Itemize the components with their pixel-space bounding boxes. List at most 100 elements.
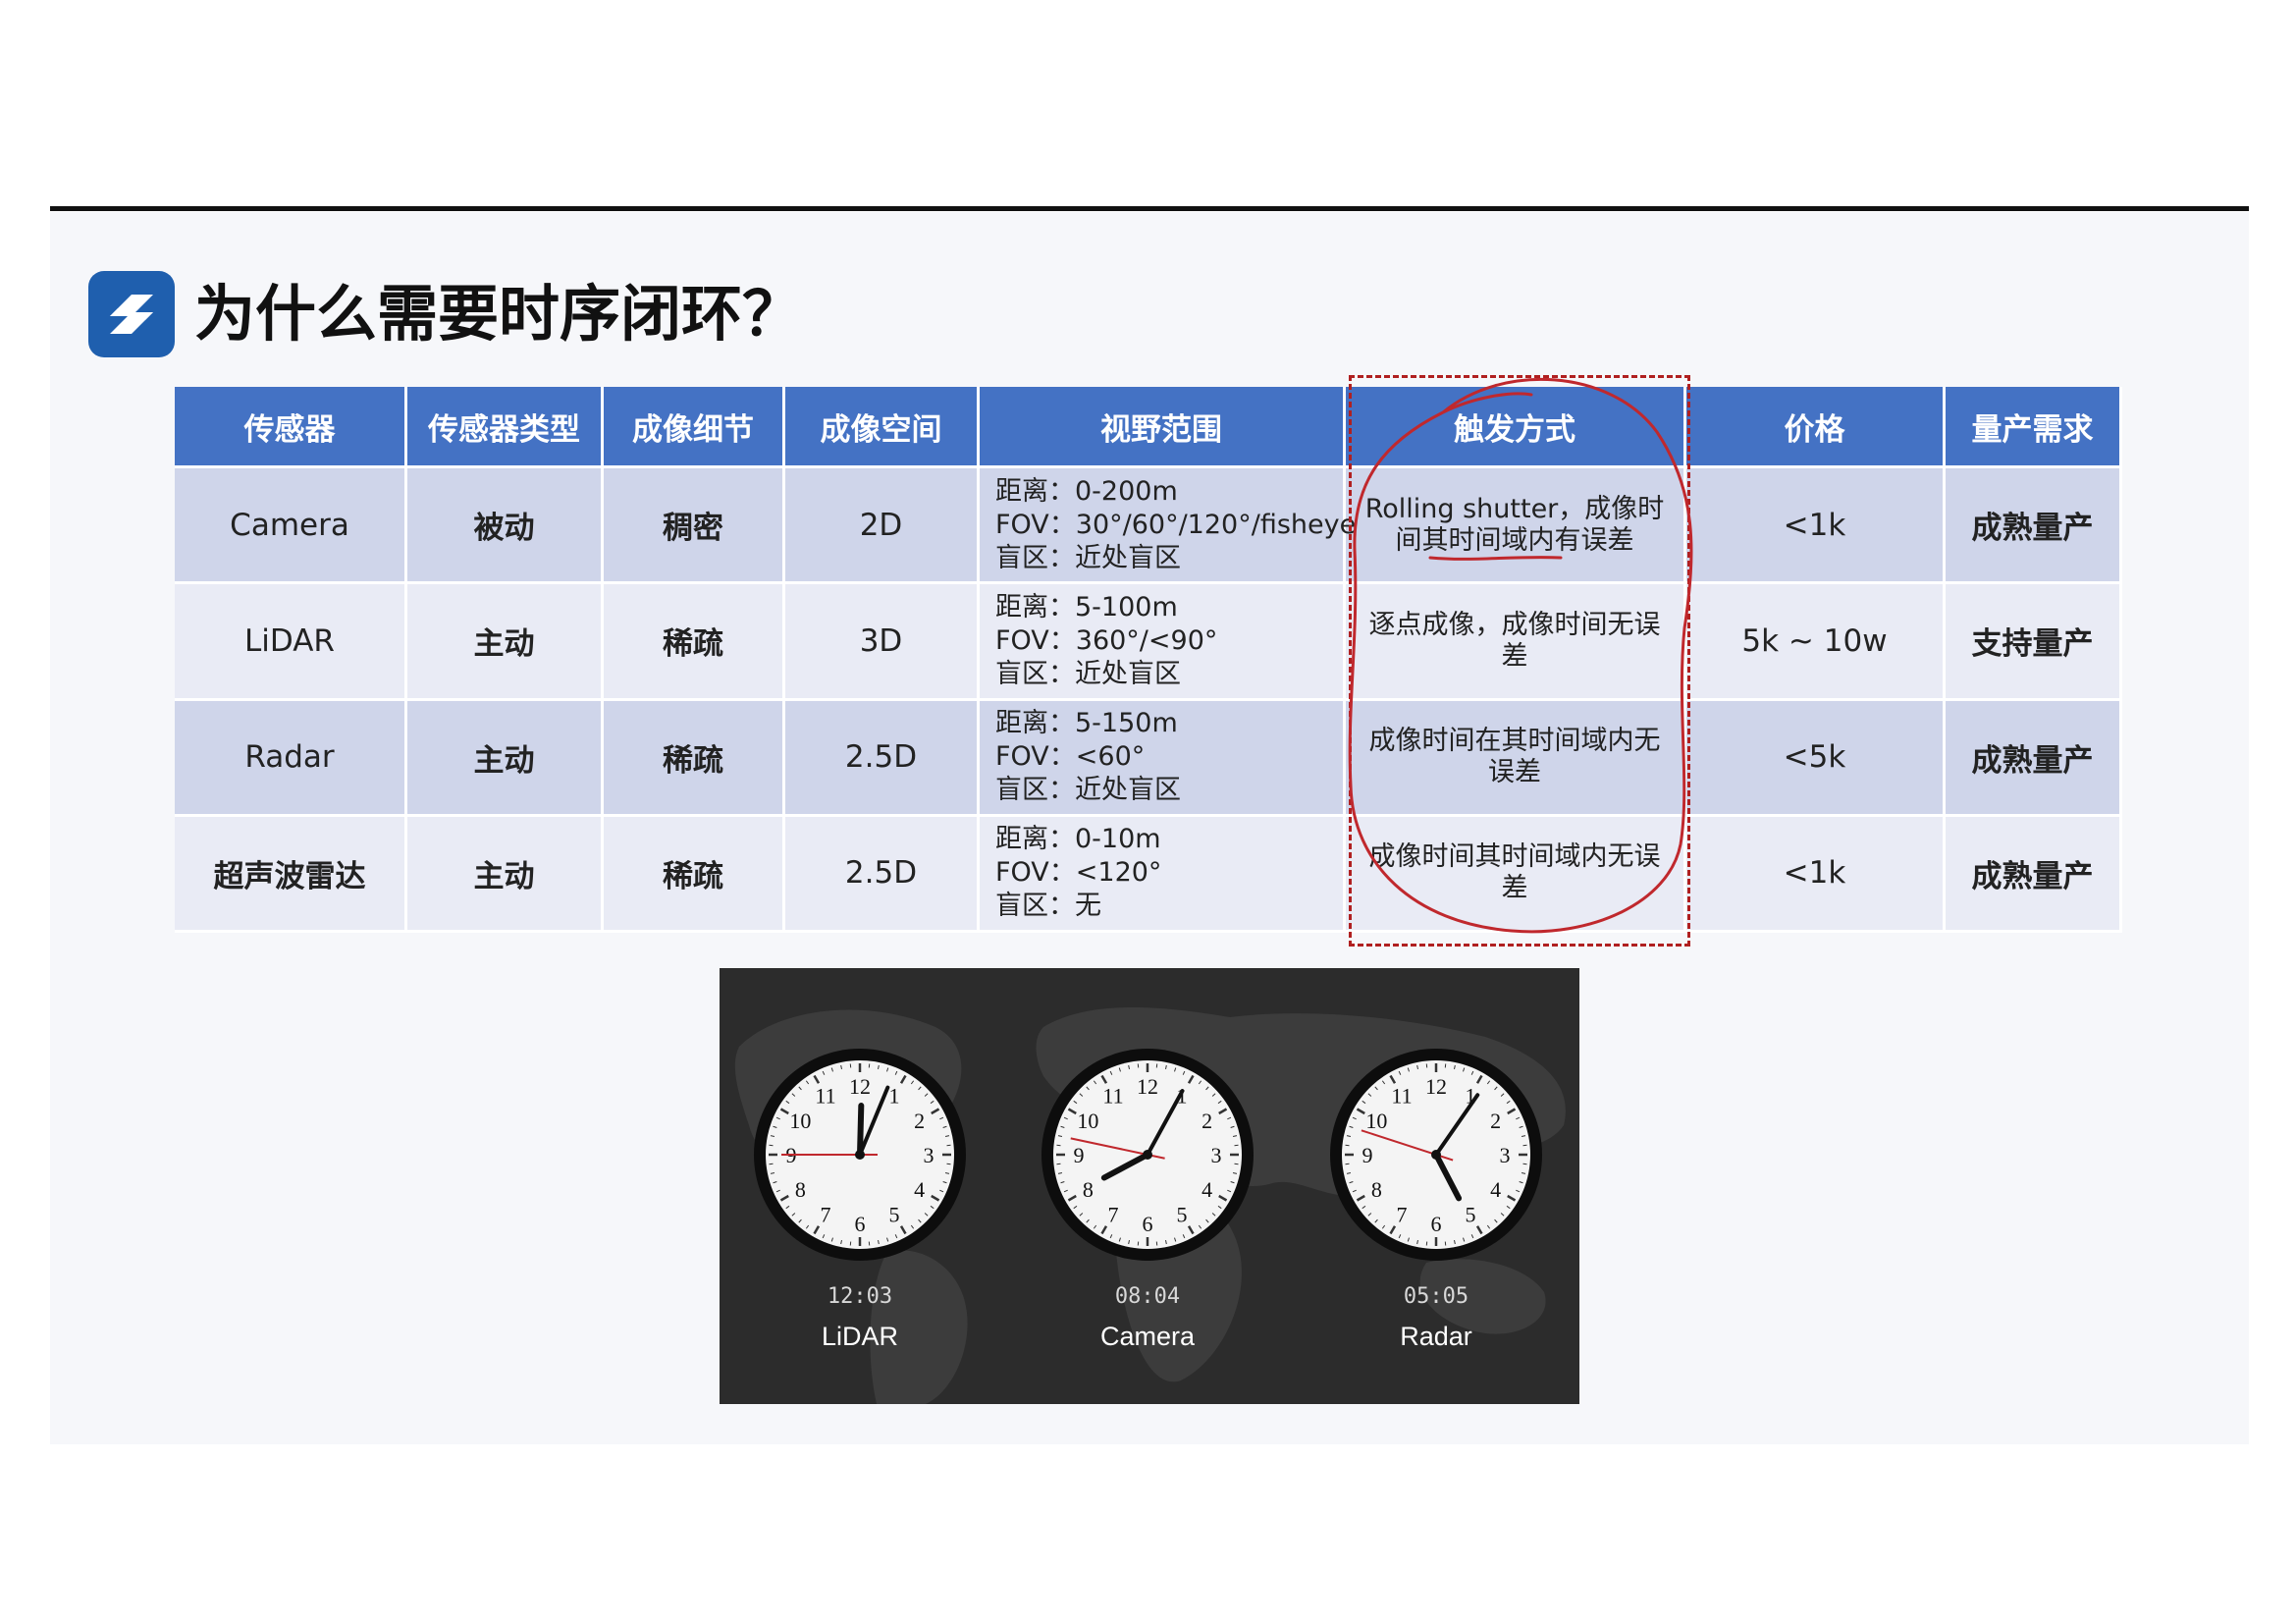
clock-camera: 123456789101112	[1040, 1047, 1255, 1263]
cell-view: 距离：5-100m FOV：360°/<90° 盲区：近处盲区	[980, 584, 1346, 701]
clock-face-lidar: 123456789101112	[754, 1049, 966, 1261]
clock-numeral: 8	[1083, 1177, 1094, 1202]
clock-numeral: 1	[889, 1083, 900, 1108]
clock-numeral: 10	[789, 1109, 811, 1133]
view-range: 距离：0-200m	[995, 475, 1178, 507]
cell-sensor: 超声波雷达	[175, 816, 407, 933]
cell-type: 主动	[407, 700, 604, 817]
clock-numeral: 2	[1201, 1109, 1212, 1133]
header-sensor: 传感器	[175, 387, 407, 468]
clock-numeral: 11	[815, 1083, 835, 1108]
table-header-row: 传感器 传感器类型 成像细节 成像空间 视野范围 触发方式 价格 量产需求	[175, 387, 2122, 468]
clock-numeral: 12	[1137, 1074, 1158, 1099]
cell-detail: 稀疏	[604, 584, 785, 701]
clock-numeral: 7	[1108, 1203, 1119, 1227]
clock-numeral: 6	[1143, 1212, 1153, 1236]
clock-time-lidar: 12:03	[827, 1284, 893, 1309]
clock-numeral: 5	[1466, 1203, 1476, 1227]
clock-time-camera: 08:04	[1114, 1284, 1181, 1309]
trigger-column-highlight-box	[1349, 375, 1690, 947]
clock-numeral: 2	[914, 1109, 925, 1133]
cell-price: 5k ~ 10w	[1686, 584, 1946, 701]
view-fov: FOV：<120°	[995, 857, 1162, 889]
sensor-comparison-table: 传感器 传感器类型 成像细节 成像空间 视野范围 触发方式 价格 量产需求 Ca…	[175, 387, 2122, 933]
clock-numeral: 10	[1365, 1109, 1387, 1133]
view-fov: FOV：360°/<90°	[995, 624, 1218, 656]
header-price: 价格	[1686, 387, 1946, 468]
view-blind-zone: 盲区：无	[995, 891, 1101, 922]
clock-center-pin	[1431, 1150, 1441, 1160]
header-field-of-view: 视野范围	[980, 387, 1346, 468]
cell-view: 距离：0-200m FOV：30°/60°/120°/fisheye 盲区：近处…	[980, 468, 1357, 585]
header-imaging-space: 成像空间	[785, 387, 980, 468]
clock-numeral: 3	[1211, 1143, 1222, 1167]
clock-numeral: 5	[889, 1203, 900, 1227]
view-fov: FOV：<60°	[995, 741, 1146, 773]
clock-face-camera: 123456789101112	[1041, 1049, 1254, 1261]
header-production: 量产需求	[1946, 387, 2122, 468]
clock-numeral: 11	[1391, 1083, 1412, 1108]
clock-label-lidar: LiDAR	[821, 1322, 899, 1351]
cell-space: 3D	[785, 584, 980, 701]
view-blind-zone: 盲区：近处盲区	[995, 542, 1181, 573]
cell-view: 距离：5-150m FOV：<60° 盲区：近处盲区	[980, 700, 1346, 817]
view-fov: FOV：30°/60°/120°/fisheye	[995, 509, 1357, 540]
clock-numeral: 4	[1490, 1177, 1501, 1202]
clock-numeral: 8	[795, 1177, 806, 1202]
view-range: 距离：5-150m	[995, 708, 1178, 739]
cell-production: 成熟量产	[1946, 700, 2122, 817]
cell-view: 距离：0-10m FOV：<120° 盲区：无	[980, 816, 1346, 933]
cell-price: <1k	[1686, 816, 1946, 933]
clock-numeral: 5	[1177, 1203, 1188, 1227]
clock-numeral: 11	[1102, 1083, 1123, 1108]
clock-numeral: 9	[1362, 1143, 1373, 1167]
table-row: LiDAR 主动 稀疏 3D 距离：5-100m FOV：360°/<90° 盲…	[175, 584, 2122, 701]
cell-production: 成熟量产	[1946, 468, 2122, 585]
view-blind-zone: 盲区：近处盲区	[995, 658, 1181, 689]
cell-detail: 稠密	[604, 468, 785, 585]
clock-numeral: 2	[1490, 1109, 1501, 1133]
header-sensor-type: 传感器类型	[407, 387, 604, 468]
clock-time-radar: 05:05	[1403, 1284, 1469, 1309]
clock-numeral: 6	[1431, 1212, 1442, 1236]
clock-center-pin	[855, 1150, 865, 1160]
cell-sensor: Camera	[175, 468, 407, 585]
clock-numeral: 9	[1074, 1143, 1085, 1167]
clock-center-pin	[1143, 1150, 1152, 1160]
cell-detail: 稀疏	[604, 816, 785, 933]
clock-label-radar: Radar	[1400, 1322, 1472, 1351]
clock-numeral: 7	[1397, 1203, 1408, 1227]
cell-type: 主动	[407, 584, 604, 701]
clock-face-radar: 1234567891011 12	[1330, 1049, 1542, 1261]
clock-numeral: 4	[1201, 1177, 1212, 1202]
cell-sensor: LiDAR	[175, 584, 407, 701]
clock-radar: 1 2 3 4 5 6 7 8 9 10 11 12	[1328, 1047, 1544, 1263]
table-row: 超声波雷达 主动 稀疏 2.5D 距离：0-10m FOV：<120° 盲区：无…	[175, 816, 2122, 933]
cell-space: 2.5D	[785, 700, 980, 817]
cell-space: 2.5D	[785, 816, 980, 933]
clock-numeral: 7	[821, 1203, 831, 1227]
cell-production: 支持量产	[1946, 584, 2122, 701]
clock-numeral: 10	[1077, 1109, 1098, 1133]
top-rule	[50, 206, 2249, 211]
clock-numeral: 6	[855, 1212, 866, 1236]
page-title: 为什么需要时序闭环？	[194, 278, 804, 350]
cell-detail: 稀疏	[604, 700, 785, 817]
header-imaging-detail: 成像细节	[604, 387, 785, 468]
cell-type: 主动	[407, 816, 604, 933]
table-row: Radar 主动 稀疏 2.5D 距离：5-150m FOV：<60° 盲区：近…	[175, 700, 2122, 817]
clock-numeral: 12	[1425, 1074, 1447, 1099]
cell-price: <1k	[1686, 468, 1946, 585]
view-range: 距离：5-100m	[995, 591, 1178, 623]
clock-numeral: 4	[914, 1177, 925, 1202]
clock-panel: 123456789101112 12:03 LiDAR 123456789101…	[720, 968, 1579, 1404]
view-blind-zone: 盲区：近处盲区	[995, 775, 1181, 806]
cell-sensor: Radar	[175, 700, 407, 817]
slide: 为什么需要时序闭环？ 传感器 传感器类型 成像细节 成像空间 视野范围 触发方式…	[0, 0, 2296, 1624]
clock-lidar: 123456789101112	[752, 1047, 968, 1263]
logo-icon	[88, 271, 175, 357]
clock-numeral: 3	[924, 1143, 934, 1167]
cell-type: 被动	[407, 468, 604, 585]
cell-production: 成熟量产	[1946, 816, 2122, 933]
clock-numeral: 3	[1500, 1143, 1511, 1167]
